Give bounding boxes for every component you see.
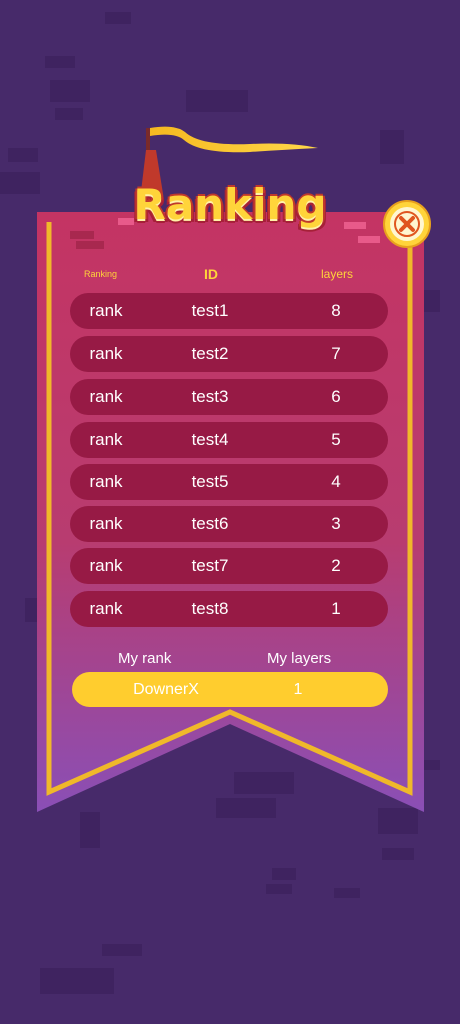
table-row: rank test4 5 [70,422,388,458]
table-row: rank test3 6 [70,379,388,415]
close-button[interactable] [383,200,431,248]
row-rank: rank [89,430,123,449]
row-id: test3 [191,387,229,406]
row-rank: rank [89,514,123,533]
my-layers-label: My layers [267,650,332,667]
row-rank: rank [89,472,123,491]
table-header: Ranking ID layers [0,266,460,286]
header-layers: layers [321,267,354,281]
row-layers: 5 [331,430,341,449]
row-id: test8 [191,599,229,618]
row-rank: rank [89,556,123,575]
my-layers-value: 1 [293,681,303,698]
row-layers: 7 [331,344,341,363]
row-layers: 6 [331,387,341,406]
table-row: rank test7 2 [70,548,388,584]
row-layers: 8 [331,301,341,320]
row-id: test6 [191,514,229,533]
close-icon [390,207,424,241]
row-layers: 4 [331,472,341,491]
row-id: test5 [191,472,229,491]
row-rank: rank [89,387,123,406]
row-id: test4 [191,430,229,449]
my-rank-label: My rank [118,650,172,667]
my-rank-row: DownerX 1 [72,672,388,707]
row-id: test2 [191,344,229,363]
row-layers: 3 [331,514,341,533]
row-layers: 1 [331,599,341,618]
row-rank: rank [89,301,123,320]
header-id: ID [204,266,218,282]
header-ranking: Ranking [84,269,118,279]
row-rank: rank [89,599,123,618]
table-row: rank test1 8 [70,293,388,329]
table-row: rank test2 7 [70,336,388,372]
row-rank: rank [89,344,123,363]
row-id: test1 [191,301,229,320]
table-row: rank test8 1 [70,591,388,627]
row-layers: 2 [331,556,341,575]
row-id: test7 [191,556,229,575]
table-row: rank test6 3 [70,506,388,542]
table-row: rank test5 4 [70,464,388,500]
my-name: DownerX [133,681,199,698]
